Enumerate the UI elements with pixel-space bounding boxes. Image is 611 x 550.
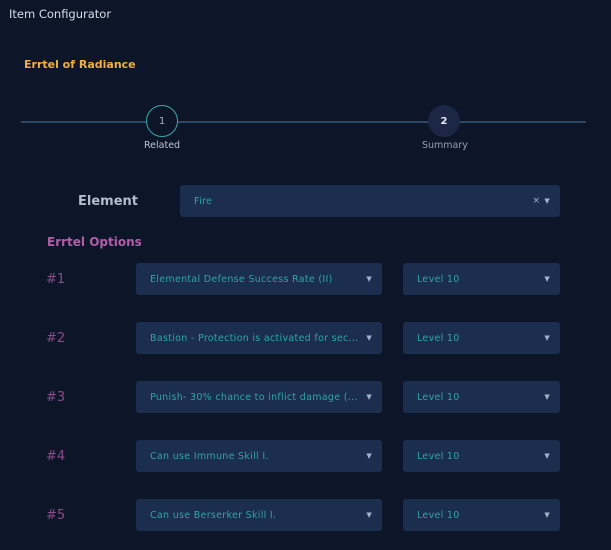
option-select[interactable]: Bastion - Protection is activated for se… — [136, 322, 382, 354]
chevron-down-icon[interactable]: ▼ — [544, 393, 550, 401]
level-select[interactable]: Level 10 ▼ — [403, 381, 560, 413]
level-select-value: Level 10 — [417, 391, 460, 403]
option-row-number: #2 — [46, 331, 66, 346]
option-select-value: Punish- 30% chance to inflict damage (..… — [150, 391, 358, 403]
option-row-number: #4 — [46, 449, 66, 464]
step-1-label: Related — [144, 140, 181, 151]
errtel-options-title: Errtel Options — [47, 235, 142, 249]
option-row-number: #1 — [46, 272, 66, 287]
option-select-value: Can use Immune Skill I. — [150, 450, 269, 462]
stepper-line — [21, 121, 586, 123]
option-select[interactable]: Can use Berserker Skill I. ▼ — [136, 499, 382, 531]
step-2-circle[interactable]: 2 — [428, 105, 460, 137]
chevron-down-icon[interactable]: ▼ — [544, 511, 550, 519]
option-select[interactable]: Punish- 30% chance to inflict damage (..… — [136, 381, 382, 413]
level-select-value: Level 10 — [417, 273, 460, 285]
level-select-value: Level 10 — [417, 332, 460, 344]
level-select[interactable]: Level 10 ▼ — [403, 440, 560, 472]
option-select-value: Elemental Defense Success Rate (II) — [150, 273, 333, 285]
element-label: Element — [78, 194, 138, 209]
chevron-down-icon[interactable]: ▼ — [366, 334, 372, 342]
item-title: Errtel of Radiance — [24, 58, 136, 71]
chevron-down-icon[interactable]: ▼ — [366, 452, 372, 460]
chevron-down-icon[interactable]: ▼ — [544, 275, 550, 283]
chevron-down-icon[interactable]: ▼ — [544, 334, 550, 342]
option-row-number: #3 — [46, 390, 66, 405]
level-select[interactable]: Level 10 ▼ — [403, 499, 560, 531]
step-1-circle[interactable]: 1 — [146, 105, 178, 137]
step-2-label: Summary — [422, 140, 468, 151]
option-row-number: #5 — [46, 508, 66, 523]
option-select-value: Can use Berserker Skill I. — [150, 509, 277, 521]
clear-icon[interactable]: × — [532, 196, 540, 206]
option-select[interactable]: Can use Immune Skill I. ▼ — [136, 440, 382, 472]
chevron-down-icon[interactable]: ▼ — [366, 511, 372, 519]
level-select-value: Level 10 — [417, 450, 460, 462]
level-select[interactable]: Level 10 ▼ — [403, 263, 560, 295]
option-select[interactable]: Elemental Defense Success Rate (II) ▼ — [136, 263, 382, 295]
level-select[interactable]: Level 10 ▼ — [403, 322, 560, 354]
option-select-value: Bastion - Protection is activated for se… — [150, 332, 359, 344]
chevron-down-icon[interactable]: ▼ — [366, 275, 372, 283]
chevron-down-icon[interactable]: ▼ — [544, 197, 550, 205]
element-select-value: Fire — [194, 195, 213, 207]
chevron-down-icon[interactable]: ▼ — [366, 393, 372, 401]
element-select[interactable]: Fire × ▼ — [180, 185, 560, 217]
chevron-down-icon[interactable]: ▼ — [544, 452, 550, 460]
level-select-value: Level 10 — [417, 509, 460, 521]
window-title: Item Configurator — [9, 7, 112, 21]
